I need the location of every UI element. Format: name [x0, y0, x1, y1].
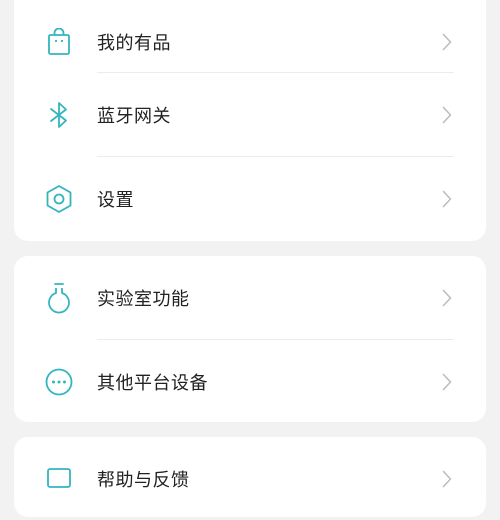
menu-item-help-feedback[interactable]: 帮助与反馈 — [14, 437, 486, 520]
menu-item-other-platform-devices[interactable]: 其他平台设备 — [14, 340, 486, 423]
menu-card-main: 我的有品 蓝牙网关 设置 — [14, 0, 486, 241]
menu-card-help: 帮助与反馈 — [14, 437, 486, 517]
flask-icon — [44, 282, 74, 313]
menu-item-label: 其他平台设备 — [97, 372, 208, 394]
menu-card-lab: 实验室功能 其他平台设备 — [14, 256, 486, 422]
menu-item-label: 帮助与反馈 — [97, 469, 190, 491]
menu-item-bluetooth-gateway[interactable]: 蓝牙网关 — [14, 73, 486, 156]
chevron-right-icon — [440, 468, 454, 490]
menu-item-label: 实验室功能 — [97, 288, 190, 310]
menu-item-my-youpin[interactable]: 我的有品 — [14, 0, 486, 83]
menu-item-label: 蓝牙网关 — [97, 105, 171, 127]
chevron-right-icon — [440, 371, 454, 393]
menu-item-label: 设置 — [97, 189, 134, 211]
menu-item-settings[interactable]: 设置 — [14, 157, 486, 240]
chevron-right-icon — [440, 287, 454, 309]
shopping-bag-icon — [44, 27, 74, 57]
menu-item-lab-features[interactable]: 实验室功能 — [14, 256, 486, 339]
more-dots-icon — [44, 367, 74, 397]
menu-item-label: 我的有品 — [97, 32, 171, 54]
chevron-right-icon — [440, 188, 454, 210]
feedback-icon — [44, 464, 74, 494]
chevron-right-icon — [440, 31, 454, 53]
bluetooth-icon — [44, 100, 74, 130]
chevron-right-icon — [440, 104, 454, 126]
hexagon-settings-icon — [44, 184, 74, 214]
